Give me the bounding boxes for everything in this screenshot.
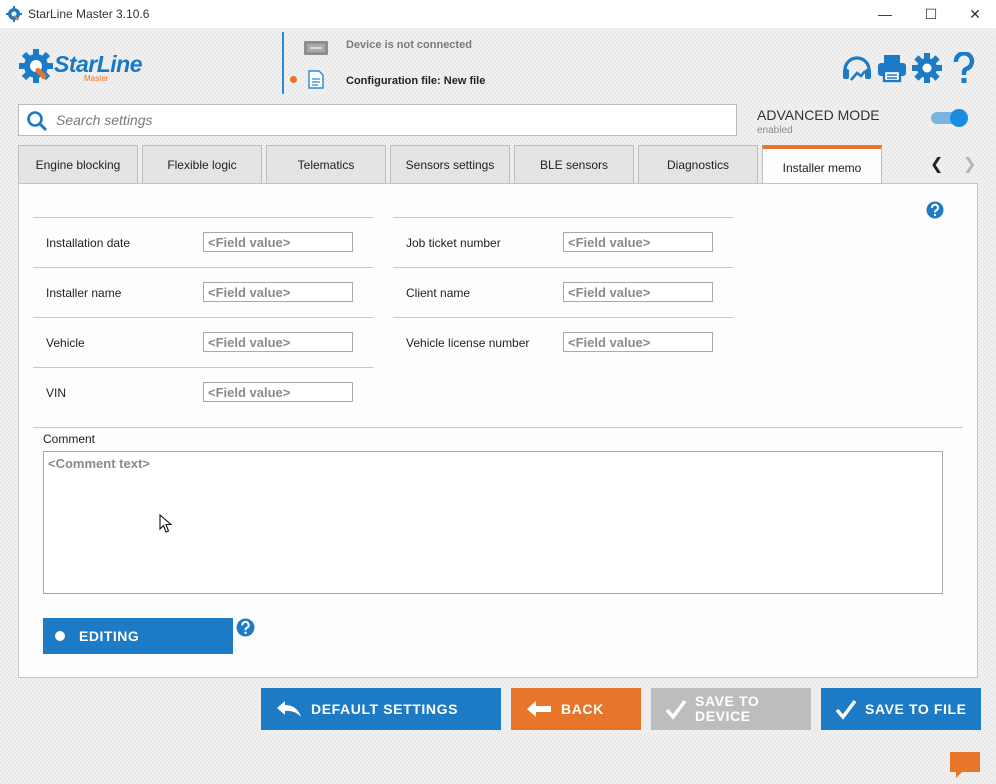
field-separator <box>393 267 733 268</box>
section-separator <box>33 427 963 428</box>
vin-label: VIN <box>46 386 67 400</box>
save-to-device-line1: SAVE TO <box>695 693 760 709</box>
save-to-file-label: SAVE TO FILE <box>865 701 967 717</box>
device-icon <box>304 41 328 55</box>
vehicle-input[interactable] <box>203 332 353 352</box>
advanced-mode-label: ADVANCED MODE <box>757 107 880 123</box>
default-settings-button[interactable]: DEFAULT SETTINGS <box>261 688 501 730</box>
tab-diagnostics[interactable]: Diagnostics <box>638 145 758 184</box>
search-input[interactable] <box>56 109 726 131</box>
editing-button[interactable]: EDITING <box>43 618 233 654</box>
minimize-button[interactable]: — <box>862 0 908 28</box>
back-label: BACK <box>561 701 604 717</box>
window-title: StarLine Master 3.10.6 <box>28 7 150 21</box>
tab-prev-arrow[interactable]: ❮ <box>930 154 943 174</box>
save-to-device-button: SAVE TO DEVICE <box>651 688 811 730</box>
help-icon[interactable] <box>926 201 944 219</box>
logo-subtitle: Master <box>84 74 109 83</box>
device-status: Device is not connected <box>346 39 472 51</box>
installation-date-input[interactable] <box>203 232 353 252</box>
tab-ble-sensors[interactable]: BLE sensors <box>514 145 634 184</box>
unsaved-indicator <box>290 76 297 83</box>
tab-next-arrow[interactable]: ❯ <box>963 154 976 174</box>
vin-input[interactable] <box>203 382 353 402</box>
checkmark-icon <box>835 699 857 720</box>
checkmark-icon <box>665 699 687 720</box>
vehicle-license-number-label: Vehicle license number <box>406 336 530 350</box>
toggle-knob <box>950 109 968 127</box>
job-ticket-number-input[interactable] <box>563 232 713 252</box>
field-separator <box>33 367 373 368</box>
installation-date-label: Installation date <box>46 236 131 250</box>
print-icon[interactable] <box>876 52 908 84</box>
save-to-device-label: SAVE TO DEVICE <box>695 694 759 724</box>
back-button[interactable]: BACK <box>511 688 641 730</box>
support-icon[interactable] <box>841 52 873 84</box>
job-ticket-number-label: Job ticket number <box>406 236 501 250</box>
close-button[interactable]: ✕ <box>952 0 996 28</box>
help-icon[interactable] <box>948 52 980 84</box>
field-separator <box>33 267 373 268</box>
installer-name-input[interactable] <box>203 282 353 302</box>
gear-icon[interactable] <box>911 52 943 84</box>
field-separator <box>393 317 733 318</box>
undo-icon <box>277 701 301 717</box>
chat-icon[interactable] <box>948 750 982 780</box>
advanced-mode-toggle[interactable] <box>931 109 969 127</box>
tab-telematics[interactable]: Telematics <box>266 145 386 184</box>
tab-engine-blocking[interactable]: Engine blocking <box>18 145 138 184</box>
arrow-left-icon <box>527 701 551 717</box>
editing-indicator-icon <box>55 631 65 641</box>
field-separator <box>33 217 373 218</box>
tab-flexible-logic[interactable]: Flexible logic <box>142 145 262 184</box>
tab-installer-memo[interactable]: Installer memo <box>762 145 882 185</box>
maximize-button[interactable]: ☐ <box>908 0 954 28</box>
config-file-label: Configuration file: New file <box>346 75 486 87</box>
vehicle-license-number-input[interactable] <box>563 332 713 352</box>
search-icon <box>27 111 48 132</box>
field-separator <box>33 317 373 318</box>
file-icon <box>308 70 324 89</box>
default-settings-label: DEFAULT SETTINGS <box>311 701 459 717</box>
comment-textarea[interactable] <box>43 451 943 594</box>
comment-label: Comment <box>43 432 96 446</box>
field-separator <box>393 217 733 218</box>
app-icon <box>6 6 22 22</box>
editing-button-label: EDITING <box>79 628 140 644</box>
advanced-mode-status: enabled <box>757 125 793 136</box>
client-name-input[interactable] <box>563 282 713 302</box>
help-icon[interactable] <box>236 618 255 637</box>
save-to-file-button[interactable]: SAVE TO FILE <box>821 688 981 730</box>
save-to-device-line2: DEVICE <box>695 708 751 724</box>
client-name-label: Client name <box>406 286 471 300</box>
starline-logo-icon <box>19 49 53 83</box>
header-divider <box>282 32 284 94</box>
vehicle-label: Vehicle <box>46 336 85 350</box>
installer-name-label: Installer name <box>46 286 122 300</box>
tab-sensors-settings[interactable]: Sensors settings <box>390 145 510 184</box>
installer-memo-panel <box>18 183 978 678</box>
mouse-cursor-icon <box>159 514 173 533</box>
